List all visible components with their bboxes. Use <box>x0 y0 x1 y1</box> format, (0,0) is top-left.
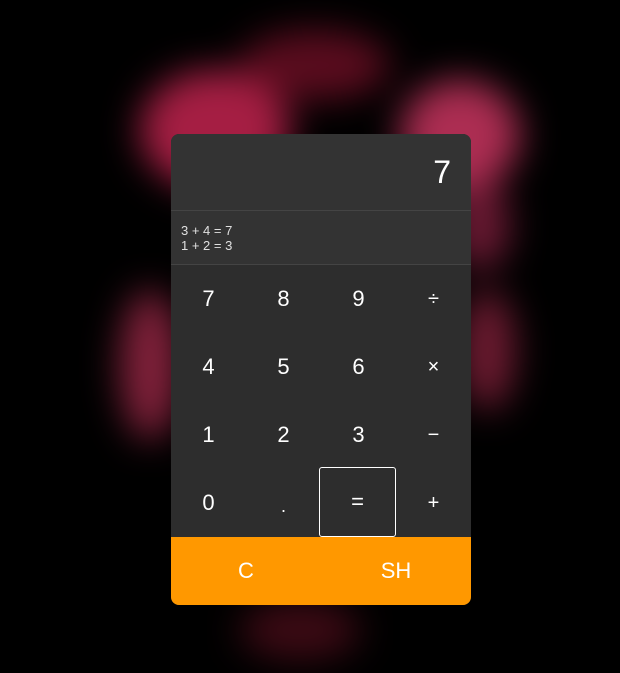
keypad: 7 8 9 ÷ 4 5 6 × 1 2 3 − 0 . = + <box>171 265 471 537</box>
history-panel: 3 + 4 = 7 1 + 2 = 3 <box>171 211 471 265</box>
key-equals[interactable]: = <box>319 467 396 537</box>
key-subtract[interactable]: − <box>396 401 471 469</box>
key-9[interactable]: 9 <box>321 265 396 333</box>
display-panel: 7 <box>171 134 471 211</box>
key-6[interactable]: 6 <box>321 333 396 401</box>
clear-button[interactable]: C <box>171 537 321 605</box>
key-multiply[interactable]: × <box>396 333 471 401</box>
action-bar: C SH <box>171 537 471 605</box>
key-2[interactable]: 2 <box>246 401 321 469</box>
key-1[interactable]: 1 <box>171 401 246 469</box>
key-5[interactable]: 5 <box>246 333 321 401</box>
key-4[interactable]: 4 <box>171 333 246 401</box>
key-7[interactable]: 7 <box>171 265 246 333</box>
display-value: 7 <box>433 154 451 190</box>
key-add[interactable]: + <box>396 469 471 537</box>
key-decimal[interactable]: . <box>246 469 321 537</box>
key-3[interactable]: 3 <box>321 401 396 469</box>
history-entry: 3 + 4 = 7 <box>181 223 233 238</box>
key-divide[interactable]: ÷ <box>396 265 471 333</box>
history-entry: 1 + 2 = 3 <box>181 238 233 253</box>
sh-button[interactable]: SH <box>321 537 471 605</box>
key-0[interactable]: 0 <box>171 469 246 537</box>
app-window: 7 3 + 4 = 7 1 + 2 = 3 7 8 9 ÷ 4 5 6 × 1 … <box>0 0 620 673</box>
calculator: 7 3 + 4 = 7 1 + 2 = 3 7 8 9 ÷ 4 5 6 × 1 … <box>171 134 471 605</box>
key-8[interactable]: 8 <box>246 265 321 333</box>
